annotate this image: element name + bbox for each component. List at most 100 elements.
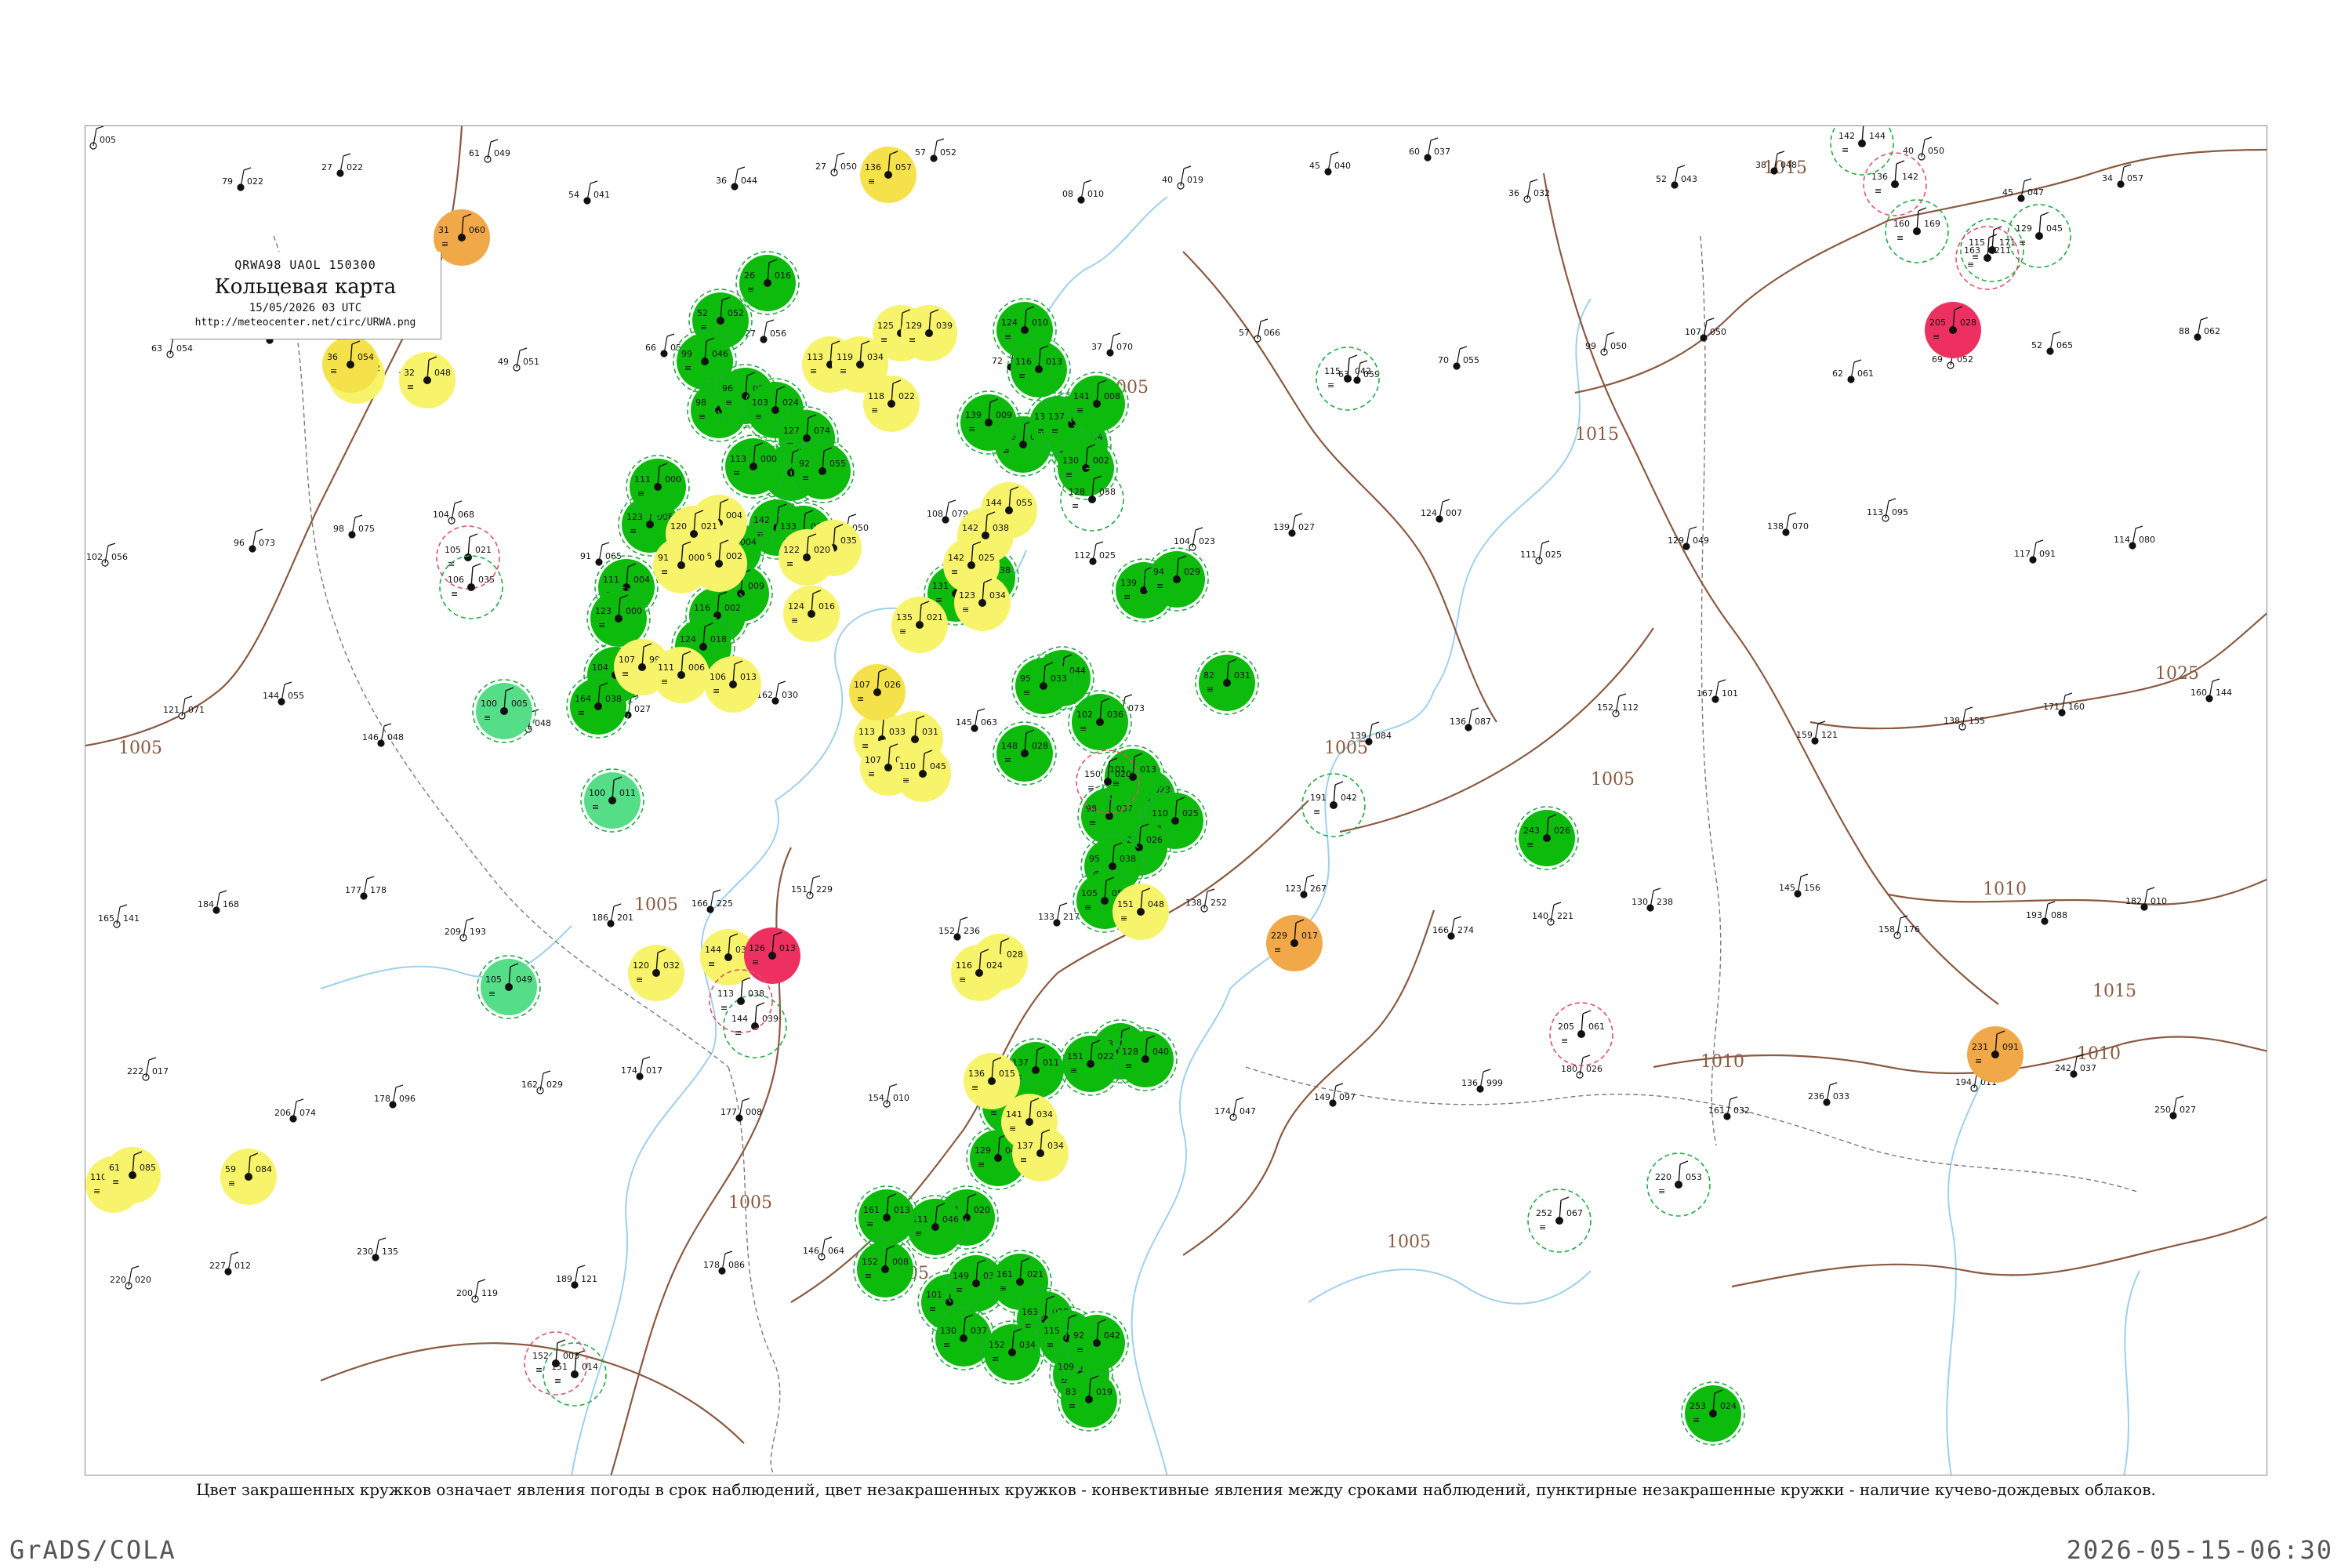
station-drizzle[interactable]: 111 006 ≡ (653, 647, 710, 703)
station-plain[interactable]: 145 156 (1779, 873, 1820, 898)
station-cb[interactable]: 142 144 ≡ (1830, 126, 1894, 176)
station-plain[interactable]: 178 096 (374, 1084, 416, 1109)
station-drizzle[interactable]: 110 045 ≡ (895, 746, 951, 802)
station-drizzle[interactable]: 32 048 ≡ (399, 352, 456, 408)
station-plain[interactable]: 40 019 (1162, 165, 1203, 190)
station-plain[interactable]: 193 088 (2026, 901, 2067, 925)
station-drizzle[interactable]: 61 085 ≡ (104, 1147, 161, 1203)
station-plain[interactable]: 96 073 (234, 528, 275, 553)
station-plain[interactable]: 165 141 (98, 904, 140, 928)
station-plain[interactable]: 124 007 (1421, 499, 1462, 523)
station-drizzle[interactable]: 124 016 ≡ (783, 586, 840, 642)
station-plain[interactable]: 138 070 (1767, 512, 1809, 536)
station-plain[interactable]: 154 010 (868, 1083, 909, 1108)
station-plain[interactable]: 123 267 (1285, 874, 1327, 898)
station-plain[interactable]: 161 032 (1708, 1096, 1750, 1120)
station-plain[interactable]: 174 017 (621, 1056, 662, 1080)
station-plain[interactable]: 27 050 (815, 152, 857, 176)
station-plain[interactable]: 61 049 (469, 139, 510, 163)
station-plain[interactable]: 52 065 (2031, 331, 2073, 355)
station-rain[interactable]: 26 016 ≡ (735, 251, 800, 315)
station-rain[interactable]: 148 028 ≡ (993, 721, 1057, 786)
station-drizzle[interactable]: 118 022 ≡ (863, 376, 920, 432)
station-plain[interactable]: 45 047 (2002, 178, 2044, 202)
station-plain[interactable]: 177 008 (720, 1098, 762, 1122)
station-haze[interactable]: 229 017 ≡ (1266, 915, 1323, 971)
station-haze[interactable]: 231 091 ≡ (1967, 1026, 2024, 1083)
station-plain[interactable]: 88 062 (2179, 317, 2220, 341)
station-plain[interactable]: 79 022 (222, 167, 263, 191)
station-cb[interactable]: 163 211 ≡ (1955, 226, 2020, 290)
station-plain[interactable]: 112 025 (1074, 541, 1116, 565)
station-rain[interactable]: 94 029 ≡ (1145, 547, 1209, 612)
station-plain[interactable]: 62 061 (1832, 359, 1874, 383)
station-plain[interactable]: 227 012 (209, 1251, 251, 1276)
station-drizzle[interactable]: 91 000 ≡ (653, 537, 710, 593)
station-cb[interactable]: 205 061 ≡ (1549, 1002, 1613, 1066)
station-drizzle[interactable]: 136 015 ≡ (964, 1053, 1020, 1109)
station-plain[interactable]: 108 079 (927, 499, 968, 524)
station-fog[interactable]: 136 057 ≡ (860, 147, 916, 203)
station-drizzle[interactable]: 151 048 ≡ (1112, 884, 1169, 940)
station-plain[interactable]: 178 086 (703, 1250, 745, 1275)
station-plain[interactable]: 36 032 (1508, 179, 1550, 203)
station-drizzle[interactable]: 59 084 ≡ (220, 1149, 277, 1205)
station-plain[interactable]: 70 055 (1438, 346, 1479, 370)
station-plain[interactable]: 149 097 (1314, 1083, 1356, 1107)
station-drizzle[interactable]: 106 013 ≡ (705, 656, 761, 713)
station-plain[interactable]: 189 121 (556, 1265, 597, 1289)
station-plain[interactable]: 182 010 (2125, 887, 2167, 911)
station-plain[interactable]: 166 274 (1432, 916, 1474, 940)
station-plain[interactable]: 140 221 (1532, 902, 1573, 926)
station-plain[interactable]: 152 112 (1597, 693, 1639, 717)
station-plain[interactable]: 162 030 (757, 681, 798, 705)
station-plain[interactable]: 158 176 (1878, 915, 1920, 939)
station-plain[interactable]: 08 010 (1062, 180, 1104, 204)
station-plain[interactable]: 52 043 (1656, 165, 1697, 189)
station-cb[interactable]: 129 045 ≡ (2007, 204, 2071, 268)
station-plain[interactable]: 130 238 (1632, 887, 1673, 912)
station-shower_light[interactable]: 100 011 ≡ (580, 768, 644, 833)
station-plain[interactable]: 57 052 (915, 138, 956, 162)
station-drizzle[interactable]: 120 032 ≡ (628, 945, 684, 1001)
station-rain[interactable]: 111 000 ≡ (626, 455, 690, 519)
station-plain[interactable]: 49 051 (498, 347, 539, 372)
station-plain[interactable]: 220 020 (110, 1265, 151, 1290)
station-shower_light[interactable]: 105 049 ≡ (477, 955, 541, 1019)
station-plain[interactable]: 136 999 (1461, 1069, 1503, 1093)
station-plain[interactable]: 146 048 (362, 723, 404, 747)
station-plain[interactable]: 37 070 (1091, 332, 1133, 357)
station-drizzle[interactable]: 137 034 ≡ (1012, 1125, 1069, 1181)
station-rain[interactable]: 82 031 ≡ (1195, 651, 1259, 715)
station-rain[interactable]: 139 009 ≡ (956, 390, 1021, 455)
station-plain[interactable]: 250 027 (2154, 1095, 2196, 1120)
station-plain[interactable]: 86005 (85, 126, 116, 150)
station-plain[interactable]: 222 017 (127, 1057, 169, 1081)
station-plain[interactable]: 27 056 (745, 319, 786, 343)
station-plain[interactable]: 138 155 (1944, 706, 1985, 731)
station-plain[interactable]: 133 217 (1038, 902, 1080, 927)
station-plain[interactable]: 104 068 (433, 500, 474, 524)
station-plain[interactable]: 113 095 (1867, 498, 1908, 522)
station-fog[interactable]: 107 026 ≡ (849, 664, 906, 720)
station-plain[interactable]: 144 055 (263, 681, 304, 706)
station-drizzle[interactable]: 116 024 ≡ (951, 945, 1007, 1001)
station-plain[interactable]: 180 026 (1561, 1054, 1602, 1079)
station-plain[interactable]: 184 168 (198, 890, 239, 914)
station-drizzle[interactable]: 129 039 ≡ (901, 305, 957, 361)
station-plain[interactable]: 186 201 (592, 903, 633, 927)
station-rain[interactable]: 161 013 ≡ (855, 1185, 919, 1250)
station-plain[interactable]: 162 029 (521, 1070, 563, 1094)
station-plain[interactable]: 60 037 (1409, 137, 1450, 162)
station-plain[interactable]: 27 022 (321, 153, 363, 177)
station-plain[interactable]: 139 027 (1273, 513, 1315, 537)
station-plain[interactable]: 111 025 (1520, 540, 1562, 564)
station-shower_light[interactable]: 100 005 ≡ (472, 679, 536, 743)
station-plain[interactable]: 152 236 (938, 916, 980, 941)
station-plain[interactable]: 36 044 (716, 166, 757, 191)
station-plain[interactable]: 136 087 (1450, 707, 1491, 731)
station-plain[interactable]: 171 160 (2043, 692, 2085, 717)
station-plain[interactable]: 54 041 (568, 180, 610, 205)
station-rain[interactable]: 243 026 ≡ (1515, 806, 1579, 870)
station-plain[interactable]: 114 080 (2114, 525, 2155, 550)
